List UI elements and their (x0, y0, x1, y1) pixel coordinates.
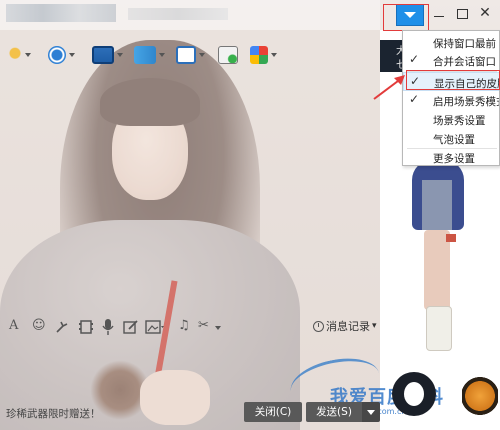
chevron-down-icon (69, 53, 75, 57)
menu-item-enable-scene-show[interactable]: ✓ 启用场景秀模式 (403, 91, 500, 110)
minimize-button[interactable] (430, 6, 448, 22)
close-window-button[interactable]: ✕ (476, 6, 494, 22)
chevron-down-icon (199, 53, 205, 57)
figure-shirt (422, 180, 452, 230)
annotation-arrow-icon (373, 75, 405, 100)
video-call-icon (48, 46, 66, 64)
remote-desktop-button[interactable] (176, 44, 205, 66)
apps-icon (250, 46, 268, 64)
menu-item-scene-show-settings[interactable]: 场景秀设置 (403, 110, 499, 129)
menu-item-keep-on-top[interactable]: 保持窗口最前 (403, 33, 499, 52)
send-button[interactable]: 发送(S) (306, 402, 362, 422)
chevron-down-icon[interactable] (214, 325, 222, 331)
chevron-down-icon (117, 53, 123, 57)
scissors-icon[interactable]: ✂ (198, 318, 209, 333)
maximize-button[interactable] (453, 6, 471, 22)
edit-icon[interactable] (123, 319, 139, 335)
font-icon[interactable]: A (9, 318, 18, 333)
chat-add-button[interactable] (218, 44, 238, 66)
menu-item-label: 合并会话窗口 (433, 56, 496, 68)
chevron-down-icon (159, 53, 165, 57)
video-call-button[interactable] (48, 44, 75, 66)
clock-icon (313, 320, 324, 332)
annotation-highlight-menu-item (406, 70, 500, 90)
apps-button[interactable] (250, 44, 277, 66)
chat-toolbar (0, 40, 380, 72)
checkmark-icon: ✓ (409, 52, 420, 66)
menu-item-more-settings[interactable]: 更多设置 (403, 148, 499, 165)
figure-boots (426, 306, 452, 351)
remote-desktop-icon (176, 46, 196, 64)
title-bar (0, 0, 380, 30)
figure-legs (424, 230, 450, 310)
menu-item-label: 启用场景秀模式 (433, 96, 500, 108)
tiger-logo-icon (462, 376, 498, 416)
message-history-label: 消息记录 (326, 320, 370, 333)
annotation-highlight-dropdown (383, 4, 429, 31)
chevron-down-icon (271, 53, 277, 57)
contact-status-blurred (128, 8, 228, 20)
chat-window: 大 七 ✕ 保持窗口最前 ✓ 合并会话窗口 ✓ 显示自己的皮 ✓ 启用场景秀模式… (0, 0, 500, 430)
contact-name-blurred (6, 4, 116, 22)
video-clip-icon[interactable] (78, 319, 94, 335)
message-history-button[interactable]: 消息记录 ▾ (313, 318, 377, 334)
menu-item-label: 保持窗口最前 (433, 38, 496, 50)
music-icon[interactable]: ♫ (178, 318, 190, 333)
nudge-icon[interactable] (55, 320, 69, 334)
promo-notice[interactable]: 珍稀武器限时赠送！ (6, 406, 101, 421)
close-button[interactable]: 关闭(C) (244, 402, 302, 422)
game-logo-icon (392, 372, 436, 416)
file-transfer-icon (134, 46, 156, 64)
scene-show-figure (404, 160, 474, 360)
chevron-down-icon (25, 53, 31, 57)
menu-item-merge-windows[interactable]: ✓ 合并会话窗口 (403, 51, 499, 70)
menu-item-bubble-settings[interactable]: 气泡设置 (403, 129, 499, 148)
menu-item-label: 更多设置 (433, 153, 475, 165)
figure-accessory (446, 234, 456, 242)
microphone-icon (8, 46, 22, 64)
screen-share-icon (92, 46, 114, 64)
menu-item-label: 场景秀设置 (433, 115, 486, 127)
emoji-icon[interactable]: ☺ (32, 318, 46, 333)
chat-add-icon (218, 46, 238, 64)
menu-item-label: 气泡设置 (433, 134, 475, 146)
checkmark-icon: ✓ (409, 92, 420, 106)
settings-menu: 保持窗口最前 ✓ 合并会话窗口 ✓ 显示自己的皮肤 ✓ 启用场景秀模式 场景秀设… (402, 30, 500, 166)
screen-share-button[interactable] (92, 44, 123, 66)
voice-call-button[interactable] (8, 44, 31, 66)
chevron-down-icon: ▾ (372, 321, 377, 331)
image-icon[interactable] (145, 319, 165, 335)
file-transfer-button[interactable] (134, 44, 165, 66)
voice-message-icon[interactable] (101, 318, 115, 336)
send-options-button[interactable] (362, 402, 380, 422)
